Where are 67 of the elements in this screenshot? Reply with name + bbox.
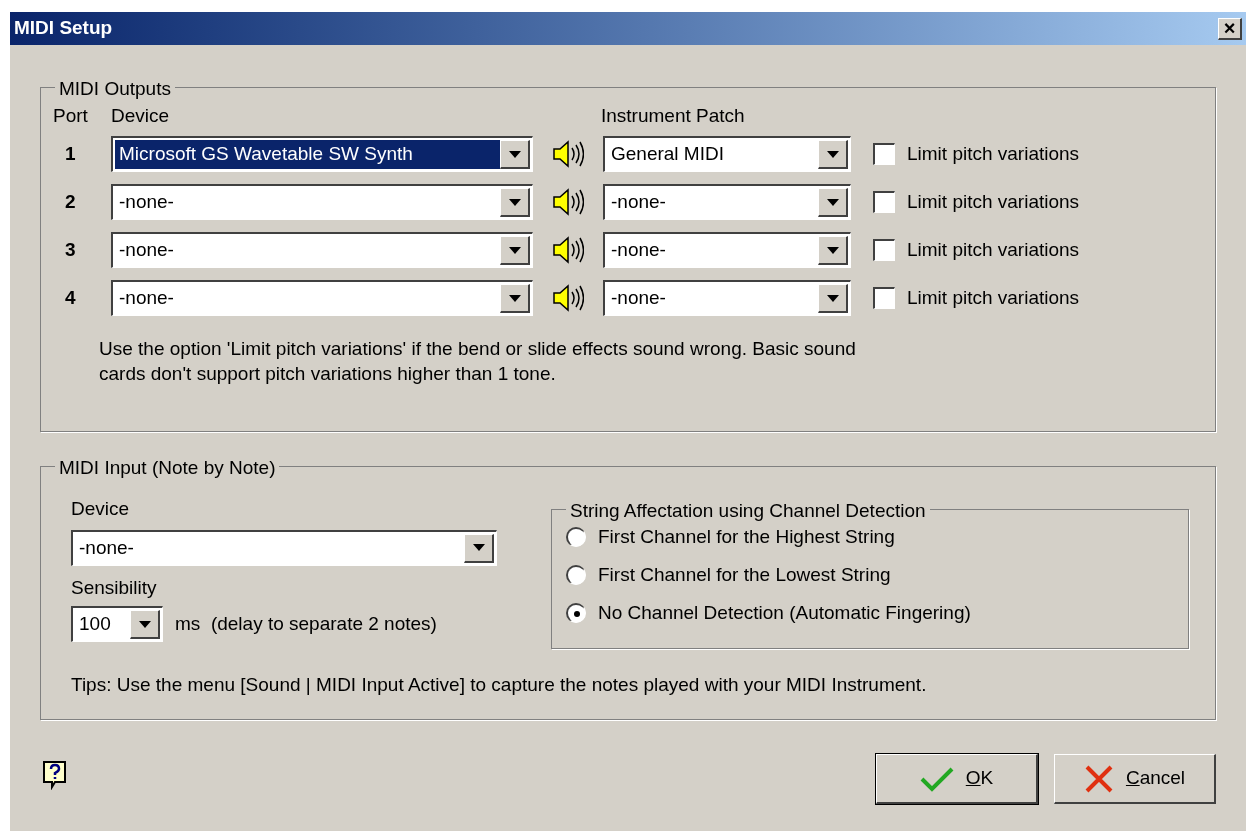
caret-icon [826,294,839,302]
column-label: Device [111,103,171,128]
patch-dropdown[interactable]: -none- [603,232,851,268]
checkbox[interactable] [873,143,895,165]
close-button[interactable]: × [1218,17,1242,40]
dropdown-arrow-button[interactable] [500,188,530,217]
help-text: Use the option 'Limit pitch variations' if the bend or slide effects sound wrong. Basic sound cards don't support pitch variations higher than 1 tone. [99,337,857,386]
speaker-icon[interactable] [552,139,584,169]
input-device-dropdown[interactable]: -none- [71,529,497,566]
checkbox[interactable] [873,239,895,261]
help-icon[interactable] [42,760,68,790]
dropdown-arrow-button[interactable] [500,140,530,169]
radio-label: First Channel for the Lowest String [598,562,891,587]
unit-label: ms (delay to separate 2 notes) [175,611,437,636]
dropdown-arrow-button[interactable] [818,284,848,313]
cancel-button[interactable]: Cancel [1054,754,1216,804]
checkbox[interactable] [873,191,895,213]
caret-icon [826,246,839,254]
device-dropdown[interactable]: -none- [111,184,533,220]
radio-button[interactable] [566,565,586,585]
port-number: 2 [64,189,77,214]
radio-button[interactable] [566,527,586,547]
dropdown-arrow-button[interactable] [500,284,530,313]
speaker-icon[interactable] [552,235,584,265]
caret-icon [508,294,521,302]
radio-label: First Channel for the Highest String [598,524,895,549]
dropdown-arrow-button[interactable] [130,610,160,639]
patch-dropdown[interactable]: -none- [603,184,851,220]
caret-icon [508,246,521,254]
checkbox-label: Limit pitch variations [907,237,1080,262]
sensibility-dropdown[interactable]: 100 [71,606,163,642]
speaker-icon[interactable] [552,187,584,217]
caret-icon [138,620,151,628]
caret-icon [508,150,521,158]
caret-icon [472,544,485,551]
device-dropdown[interactable]: -none- [111,232,533,268]
tips-text: Tips: Use the menu [Sound | MIDI Input Active] to capture the notes played with your MIDI Instrument. [71,673,928,697]
dropdown-arrow-button[interactable] [818,188,848,217]
caret-icon [826,150,839,158]
dropdown-arrow-button[interactable] [500,236,530,265]
checkmark-icon [919,765,954,792]
patch-dropdown[interactable]: General MIDI [603,136,851,172]
device-dropdown[interactable]: Microsoft GS Wavetable SW Synth [111,136,533,172]
radio-label: No Channel Detection (Automatic Fingering) [598,600,971,625]
field-label: Sensibility [71,575,158,600]
window-title: MIDI Setup [14,16,113,41]
port-number: 1 [64,141,77,166]
column-label: Instrument Patch [601,103,745,128]
close-icon [1083,763,1114,794]
dropdown-arrow-button[interactable] [464,533,494,563]
dropdown-arrow-button[interactable] [818,236,848,265]
port-number: 3 [64,237,77,262]
checkbox-label: Limit pitch variations [907,141,1080,166]
ok-button[interactable]: OK [876,754,1038,804]
checkbox-label: Limit pitch variations [907,189,1080,214]
device-dropdown[interactable]: -none- [111,280,533,316]
column-label: Port [53,103,89,128]
port-number: 4 [64,285,77,310]
radio-button[interactable] [566,603,586,623]
field-label: Device [71,497,131,521]
checkbox[interactable] [873,287,895,309]
dropdown-arrow-button[interactable] [818,140,848,169]
patch-dropdown[interactable]: -none- [603,280,851,316]
caret-icon [826,198,839,206]
speaker-icon[interactable] [552,283,584,313]
checkbox-label: Limit pitch variations [907,285,1080,310]
caret-icon [508,198,521,206]
